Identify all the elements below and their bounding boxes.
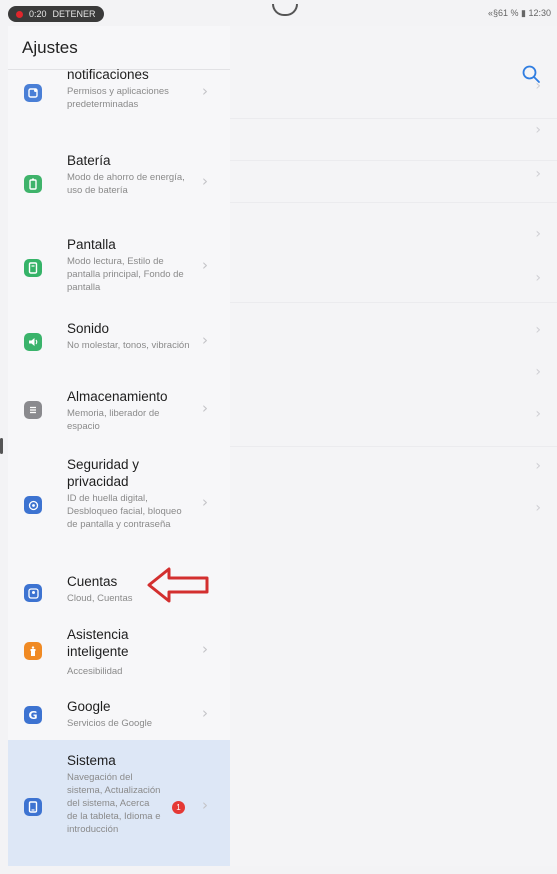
chevron-right-icon: ›	[535, 270, 541, 286]
settings-item-subtitle: Memoria, liberador de espacio	[67, 408, 160, 432]
chevron-right-icon: ›	[202, 399, 208, 417]
detail-row-divider	[230, 118, 557, 119]
accounts-icon	[24, 584, 42, 602]
recording-dot-icon	[16, 10, 23, 18]
camera-notch-icon	[272, 4, 298, 16]
chevron-right-icon: ›	[202, 640, 208, 658]
settings-item-title: Google	[67, 699, 111, 714]
chevron-right-icon: ›	[535, 500, 541, 516]
edge-handle	[0, 438, 3, 454]
chevron-right-icon: ›	[202, 82, 208, 100]
settings-item-title: notificaciones	[67, 67, 149, 82]
google-icon: G	[24, 706, 42, 724]
battery-icon	[24, 175, 42, 193]
chevron-right-icon: ›	[202, 796, 208, 814]
sound-icon	[24, 333, 42, 351]
chevron-right-icon: ›	[535, 364, 541, 380]
system-status: «§61 % ▮ 12:30	[488, 8, 551, 18]
chevron-right-icon: ›	[202, 331, 208, 349]
settings-item-google[interactable]: G Google Servicios de Google ›	[8, 688, 230, 738]
detail-row-divider	[230, 160, 557, 161]
chevron-right-icon: ›	[202, 256, 208, 274]
settings-item-title: Sonido	[67, 321, 110, 336]
settings-item-bateria[interactable]: Batería Modo de ahorro de energía, uso d…	[8, 148, 230, 232]
screen-recording-pill[interactable]: 0:20 DETENER	[8, 6, 104, 22]
notifications-icon	[24, 84, 42, 102]
settings-item-seguridad[interactable]: Seguridad y privacidad ID de huella digi…	[8, 450, 230, 566]
chevron-right-icon: ›	[535, 226, 541, 242]
chevron-right-icon: ›	[535, 458, 541, 474]
settings-item-sistema[interactable]: Sistema Navegación del sistema, Actualiz…	[8, 740, 230, 866]
settings-item-subtitle: Accesibilidad	[67, 666, 123, 677]
settings-item-sonido[interactable]: Sonido No molestar, tonos, vibración ›	[8, 316, 230, 384]
settings-item-notificaciones[interactable]: notificaciones Permisos y aplicaciones p…	[8, 67, 230, 150]
update-badge: 1	[172, 801, 185, 814]
settings-item-asistencia[interactable]: Asistencia inteligente Accesibilidad ›	[8, 618, 230, 688]
settings-item-subtitle: Permisos y aplicaciones predeterminadas	[67, 86, 169, 110]
settings-item-title: Sistema	[67, 753, 116, 768]
settings-item-subtitle: ID de huella digital, Desbloqueo facial,…	[67, 493, 182, 530]
chevron-right-icon: ›	[535, 322, 541, 338]
settings-item-title: Asistencia inteligente	[67, 627, 129, 659]
recording-stop[interactable]: DETENER	[53, 6, 96, 22]
recording-time: 0:20	[29, 9, 47, 19]
security-icon	[24, 496, 42, 514]
settings-item-pantalla[interactable]: Pantalla Modo lectura, Estilo de pantall…	[8, 232, 230, 316]
settings-item-title: Pantalla	[67, 237, 116, 252]
storage-icon	[24, 401, 42, 419]
settings-item-title: Almacenamiento	[67, 389, 168, 404]
chevron-right-icon: ›	[535, 166, 541, 182]
settings-item-subtitle: Modo de ahorro de energía, uso de baterí…	[67, 172, 185, 196]
annotation-arrow-icon	[147, 567, 209, 603]
navigation-bar	[0, 866, 557, 874]
settings-item-subtitle: Navegación del sistema, Actualización de…	[67, 772, 161, 835]
settings-item-subtitle: Servicios de Google	[67, 718, 153, 729]
chevron-right-icon: ›	[535, 406, 541, 422]
system-icon	[24, 798, 42, 816]
detail-row-divider	[230, 202, 557, 203]
status-bar: 0:20 DETENER «§61 % ▮ 12:30	[0, 0, 557, 26]
chevron-right-icon: ›	[535, 78, 541, 94]
detail-row-divider	[230, 446, 557, 447]
assistant-icon	[24, 642, 42, 660]
chevron-right-icon: ›	[202, 493, 208, 511]
settings-item-title: Batería	[67, 153, 111, 168]
detail-panel: › › › › › › › › › ›	[230, 26, 557, 874]
detail-row-divider	[230, 302, 557, 303]
settings-item-subtitle: Modo lectura, Estilo de pantalla princip…	[67, 256, 184, 293]
page-title: Ajustes	[22, 38, 78, 57]
settings-item-subtitle: No molestar, tonos, vibración	[67, 340, 190, 351]
settings-item-title: Seguridad y privacidad	[67, 457, 140, 489]
chevron-right-icon: ›	[535, 122, 541, 138]
chevron-right-icon: ›	[202, 172, 208, 190]
chevron-right-icon: ›	[202, 704, 208, 722]
settings-item-almacenamiento[interactable]: Almacenamiento Memoria, liberador de esp…	[8, 384, 230, 450]
display-icon	[24, 259, 42, 277]
